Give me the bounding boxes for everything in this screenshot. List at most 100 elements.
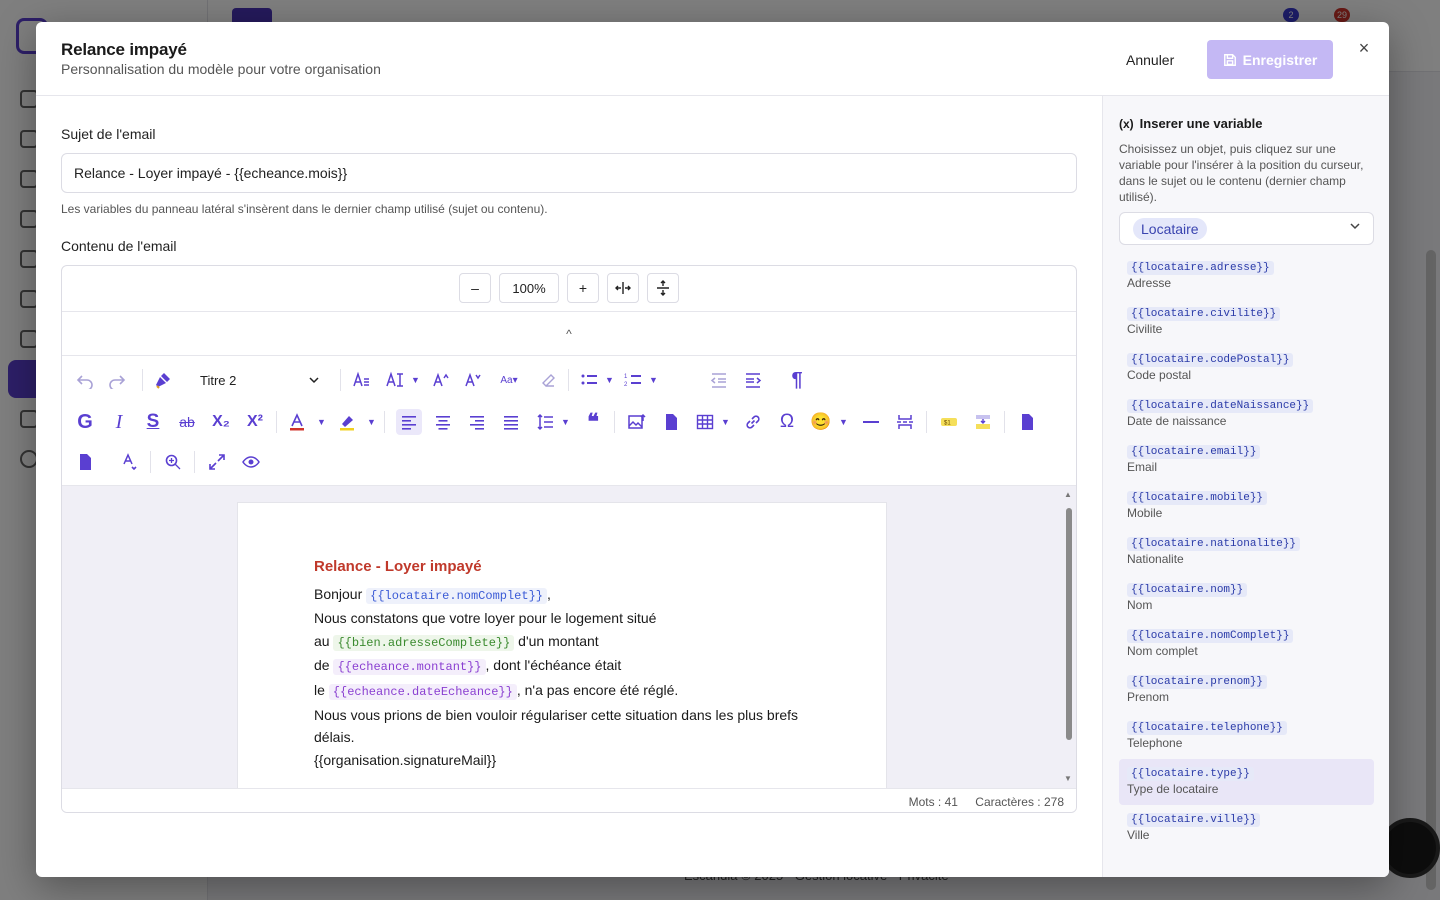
fit-height-button[interactable] (647, 273, 679, 303)
bullet-list-caret-icon[interactable]: ▼ (605, 375, 614, 385)
bullet-list-icon[interactable] (576, 367, 602, 393)
close-icon[interactable]: × (1354, 38, 1374, 58)
document-scrollbar[interactable]: ▲ ▼ (1064, 490, 1074, 786)
toolbar-divider (150, 451, 151, 473)
variable-label: Prenom (1127, 690, 1170, 704)
document-body[interactable]: Relance - Loyer impayé Bonjour {{locatai… (314, 556, 834, 771)
zoom-out-button[interactable]: – (459, 273, 491, 303)
fit-width-button[interactable] (607, 273, 639, 303)
variable-item[interactable]: {{locataire.dateNaissance}} Date de naiss… (1119, 391, 1374, 437)
insert-image-icon[interactable] (624, 409, 650, 435)
subject-input[interactable] (61, 153, 1077, 193)
page-break-icon[interactable] (892, 409, 918, 435)
block-format-select[interactable]: Titre 2 (190, 367, 328, 393)
strikethrough-icon[interactable]: ab (174, 409, 200, 435)
svg-text:2: 2 (624, 382, 628, 388)
insert-file-icon[interactable] (658, 409, 684, 435)
underline-icon[interactable]: S (140, 409, 166, 435)
emoji-icon[interactable]: 😊 (808, 409, 834, 435)
variable-code: {{locataire.civilite}} (1127, 307, 1281, 321)
numbered-list-caret-icon[interactable]: ▼ (649, 375, 658, 385)
indent-icon[interactable] (740, 367, 766, 393)
preview-eye-icon[interactable] (238, 449, 264, 475)
redo-icon[interactable] (104, 367, 130, 393)
svg-text:$1: $1 (944, 421, 951, 427)
variable-item[interactable]: {{locataire.mobile}} Mobile (1119, 483, 1374, 529)
horizontal-rule-icon[interactable] (858, 409, 884, 435)
variable-item[interactable]: {{locataire.telephone}} Telephone (1119, 713, 1374, 759)
outdent-icon[interactable] (706, 367, 732, 393)
variable-item[interactable]: {{locataire.nationalite}} Nationalite (1119, 529, 1374, 575)
save-button[interactable]: Enregistrer (1207, 40, 1333, 79)
variable-label: Nationalite (1127, 552, 1184, 566)
object-select[interactable]: Locataire (1119, 212, 1374, 245)
toolbar-divider (142, 369, 143, 391)
font-family-icon[interactable] (348, 367, 374, 393)
text-color-icon[interactable] (284, 409, 310, 435)
scroll-thumb[interactable] (1066, 508, 1072, 740)
emoji-caret-icon[interactable]: ▼ (839, 417, 848, 427)
eraser-icon[interactable] (536, 367, 562, 393)
undo-icon[interactable] (72, 367, 98, 393)
variable-code: {{locataire.mobile}} (1127, 491, 1268, 505)
variable-panel-title-text: Inserer une variable (1139, 116, 1263, 131)
scroll-up-icon[interactable]: ▲ (1064, 490, 1072, 499)
highlight-color-icon[interactable] (334, 409, 360, 435)
variable-tag: {{locataire.nomComplet}} (366, 587, 547, 604)
align-justify-icon[interactable] (498, 409, 524, 435)
variable-item[interactable]: {{locataire.ville}} Ville (1119, 805, 1374, 851)
align-right-icon[interactable] (464, 409, 490, 435)
scroll-down-icon[interactable]: ▼ (1064, 774, 1072, 783)
highlight-caret-icon[interactable]: ▼ (367, 417, 376, 427)
font-size-caret-icon[interactable]: ▼ (411, 375, 420, 385)
variable-item-hovered[interactable]: {{locataire.type}} Type de locataire (1119, 759, 1374, 805)
change-case-icon[interactable]: Aa▾ (494, 367, 524, 393)
decrease-font-icon[interactable] (460, 367, 486, 393)
blockquote-icon[interactable]: ❝ (580, 409, 606, 435)
align-center-icon[interactable] (430, 409, 456, 435)
new-document-icon[interactable] (72, 449, 98, 475)
line-height-caret-icon[interactable]: ▼ (561, 417, 570, 427)
font-size-icon[interactable] (382, 367, 408, 393)
increase-font-icon[interactable] (428, 367, 454, 393)
italic-icon[interactable]: I (106, 409, 132, 435)
editor-toolbar: Titre 2 ▼ Aa▾ ▼ 12 ▼ ¶ G I S ab X₂ X² ▼ … (62, 356, 1076, 486)
document-area[interactable]: Relance - Loyer impayé Bonjour {{locatai… (62, 486, 1076, 788)
special-char-icon[interactable]: Ω (774, 409, 800, 435)
rich-text-editor: – 100% + ^ Titre 2 ▼ Aa▾ ▼ 1 2 ▼ ¶ G I S… (61, 265, 1077, 813)
variable-item[interactable]: {{locataire.adresse}} Adresse (1119, 253, 1374, 299)
merge-field-icon[interactable] (970, 409, 996, 435)
superscript-icon[interactable]: X² (242, 409, 268, 435)
find-replace-icon[interactable] (160, 449, 186, 475)
subscript-icon[interactable]: X₂ (208, 409, 234, 435)
variable-item[interactable]: {{locataire.email}} Email (1119, 437, 1374, 483)
variable-code: {{locataire.telephone}} (1127, 721, 1287, 735)
text-direction-icon[interactable] (116, 449, 142, 475)
table-caret-icon[interactable]: ▼ (721, 417, 730, 427)
word-count: Mots : 41 (908, 795, 958, 809)
toolbar-collapse-toggle[interactable]: ^ (62, 312, 1076, 356)
insert-link-icon[interactable] (740, 409, 766, 435)
text-color-caret-icon[interactable]: ▼ (317, 417, 326, 427)
fullscreen-icon[interactable] (204, 449, 230, 475)
template-tag-icon[interactable]: $1 (936, 409, 962, 435)
format-painter-icon[interactable] (150, 367, 176, 393)
variable-item[interactable]: {{locataire.codePostal}} Code postal (1119, 345, 1374, 391)
document-page[interactable]: Relance - Loyer impayé Bonjour {{locatai… (237, 502, 887, 788)
zoom-in-button[interactable]: + (567, 273, 599, 303)
variable-code: {{locataire.codePostal}} (1127, 353, 1294, 367)
bold-icon[interactable]: G (72, 409, 98, 435)
variable-item[interactable]: {{locataire.nom}} Nom (1119, 575, 1374, 621)
variable-item[interactable]: {{locataire.prenom}} Prenom (1119, 667, 1374, 713)
cancel-button[interactable]: Annuler (1114, 44, 1186, 76)
line-height-icon[interactable] (532, 409, 558, 435)
svg-text:1: 1 (624, 374, 628, 380)
modal-header: Relance impayé Personnalisation du modèl… (36, 22, 1389, 96)
align-left-icon[interactable] (396, 409, 422, 435)
numbered-list-icon[interactable]: 12 (620, 367, 646, 393)
variable-item[interactable]: {{locataire.civilite}} Civilite (1119, 299, 1374, 345)
variable-item[interactable]: {{locataire.nomComplet}} Nom complet (1119, 621, 1374, 667)
source-code-icon[interactable] (1014, 409, 1040, 435)
pilcrow-icon[interactable]: ¶ (784, 367, 810, 393)
insert-table-icon[interactable] (692, 409, 718, 435)
